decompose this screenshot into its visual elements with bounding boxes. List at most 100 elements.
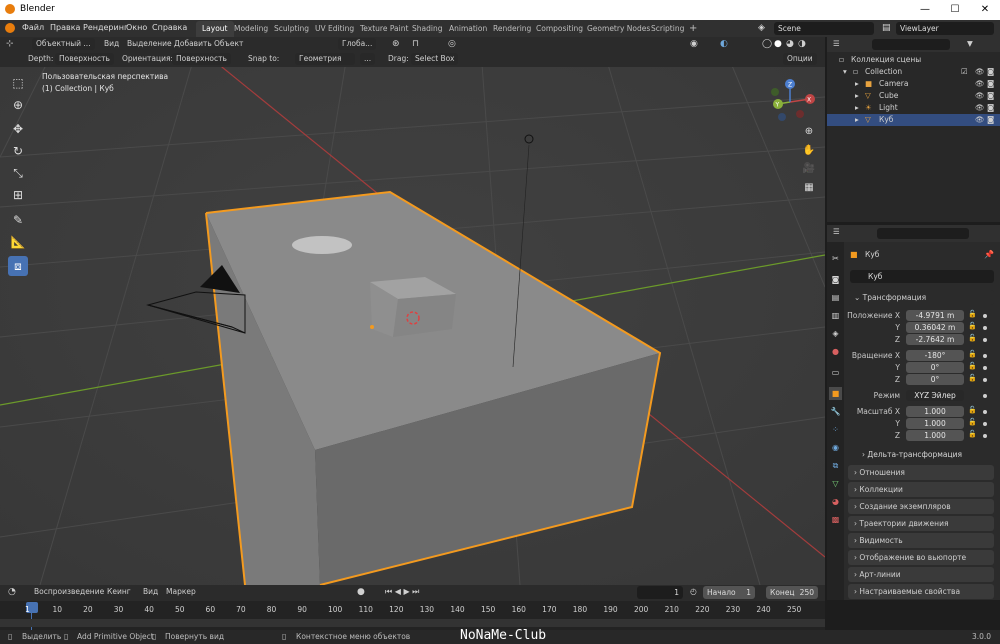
pan-hand-icon[interactable]: ✋ — [802, 144, 816, 158]
eye-icon[interactable]: 👁 — [975, 114, 985, 126]
location-y-field[interactable]: 0.36042 m — [906, 322, 964, 333]
editor-type-icon[interactable]: ⊹ — [6, 39, 14, 49]
timeline-editor-icon[interactable]: ◔ — [8, 587, 16, 597]
depth-dropdown[interactable]: Поверхность — [55, 53, 114, 65]
lock-icon[interactable]: 🔓 — [968, 322, 977, 330]
render-camera-icon[interactable]: ◙ — [987, 90, 994, 102]
outliner-editor-icon[interactable]: ☰ — [833, 39, 840, 48]
delta-transform-subpanel[interactable]: › Дельта-трансформация — [862, 450, 962, 459]
outliner-item-light[interactable]: ▸ ☀ Light 👁 ◙ — [827, 102, 1000, 114]
record-icon[interactable]: ● — [357, 587, 365, 597]
menu-marker[interactable]: Маркер — [166, 587, 196, 596]
keyframe-dot[interactable] — [983, 410, 987, 414]
render-camera-icon[interactable]: ◙ — [987, 102, 994, 114]
menu-view[interactable]: Вид — [104, 39, 119, 48]
close-button[interactable]: ✕ — [970, 0, 1000, 20]
keyframe-dot[interactable] — [983, 394, 987, 398]
render-tab-icon[interactable]: ◙ — [829, 273, 842, 286]
lock-icon[interactable]: 🔓 — [968, 418, 977, 426]
scale-tool-icon[interactable]: ⤡ — [8, 163, 28, 183]
outliner-item-collection[interactable]: ▾ ▫ Collection ☑ 👁 ◙ — [827, 66, 1000, 78]
pin-icon[interactable]: 📌 — [984, 250, 994, 259]
eye-icon[interactable]: 👁 — [975, 78, 985, 90]
lock-icon[interactable]: 🔓 — [968, 406, 977, 414]
location-z-field[interactable]: -2.7642 m — [906, 334, 964, 345]
panel-motion-paths[interactable]: › Траектории движения — [848, 516, 994, 531]
rotation-z-field[interactable]: 0° — [906, 374, 964, 385]
lock-icon[interactable]: 🔓 — [968, 362, 977, 370]
lock-icon[interactable]: 🔓 — [968, 430, 977, 438]
outliner-scene-collection[interactable]: ▫ Коллекция сцены — [827, 54, 1000, 66]
perspective-toggle-icon[interactable]: ▦ — [802, 181, 816, 195]
menu-view-timeline[interactable]: Вид — [143, 587, 158, 596]
tab-uv-editing[interactable]: UV Editing — [309, 21, 360, 37]
maximize-button[interactable]: ☐ — [940, 0, 970, 20]
outliner-item-cube[interactable]: ▸ ▽ Cube 👁 ◙ — [827, 90, 1000, 102]
minimize-button[interactable]: — — [910, 0, 940, 20]
tab-animation[interactable]: Animation — [443, 21, 493, 37]
rotate-tool-icon[interactable]: ↻ — [8, 141, 28, 161]
mode-selector[interactable]: Объектный ... — [32, 38, 95, 50]
render-camera-icon[interactable]: ◙ — [987, 66, 994, 78]
transform-orientation[interactable]: Глоба... — [338, 38, 377, 50]
snap-icon[interactable]: ⊓ — [412, 39, 419, 49]
panel-relations[interactable]: › Отношения — [848, 465, 994, 480]
menu-keying[interactable]: Кеинг — [107, 587, 131, 596]
tool-tab-icon[interactable]: ✂ — [829, 252, 842, 265]
camera-view-icon[interactable]: 🎥 — [802, 162, 816, 176]
menu-select[interactable]: Выделение — [127, 39, 172, 48]
annotate-tool-icon[interactable]: ✎ — [8, 210, 28, 230]
rotation-mode-dropdown[interactable]: XYZ Эйлер — [906, 390, 964, 401]
output-tab-icon[interactable]: ▤ — [829, 291, 842, 304]
measure-tool-icon[interactable]: 📐 — [8, 232, 28, 252]
outliner-item-camera[interactable]: ▸ ■ Camera 👁 ◙ — [827, 78, 1000, 90]
playback-controls-icon[interactable]: ⏮ ◀ ▶ ⏭ — [385, 587, 419, 597]
3d-viewport[interactable]: X Y Z Пользовательская перспектива (1) C… — [0, 37, 825, 585]
keyframe-dot[interactable] — [983, 338, 987, 342]
options-dropdown[interactable]: Опции — [783, 53, 817, 65]
panel-line-art[interactable]: › Арт-линии — [848, 567, 994, 582]
zoom-icon[interactable]: ⊕ — [802, 125, 816, 139]
pivot-icon[interactable]: ⊛ — [392, 39, 400, 49]
rotation-x-field[interactable]: -180° — [906, 350, 964, 361]
location-x-field[interactable]: -4.9791 m — [906, 310, 964, 321]
filter-icon[interactable]: ▼ — [967, 39, 973, 48]
material-tab-icon[interactable]: ◕ — [829, 495, 842, 508]
view-layer-selector[interactable]: ViewLayer — [896, 22, 994, 35]
expand-chevron-icon[interactable]: ▸ — [855, 78, 859, 90]
add-workspace-button[interactable]: + — [683, 21, 703, 37]
lock-icon[interactable]: 🔓 — [968, 334, 977, 342]
menu-render[interactable]: Рендеринг — [83, 23, 128, 32]
properties-editor-icon[interactable]: ☰ — [833, 227, 840, 236]
solid-shading-icon[interactable]: ● — [774, 39, 782, 49]
snap-extra-dropdown[interactable]: ... — [360, 53, 376, 65]
start-frame-field[interactable]: Начало 1 — [703, 586, 755, 599]
menu-help[interactable]: Справка — [152, 23, 187, 32]
cursor-tool-icon[interactable]: ⊕ — [8, 95, 28, 115]
data-tab-icon[interactable]: ▽ — [829, 477, 842, 490]
expand-chevron-icon[interactable]: ▸ — [855, 90, 859, 102]
physics-tab-icon[interactable]: ◉ — [829, 441, 842, 454]
lock-icon[interactable]: 🔓 — [968, 310, 977, 318]
blender-menu-icon[interactable] — [5, 23, 15, 33]
overlays-icon[interactable]: ◐ — [720, 39, 728, 49]
keyframe-dot[interactable] — [983, 354, 987, 358]
expand-chevron-icon[interactable]: ▸ — [855, 102, 859, 114]
move-tool-icon[interactable]: ✥ — [8, 119, 28, 139]
outliner-search-input[interactable] — [872, 39, 950, 50]
transform-tool-icon[interactable]: ⊞ — [8, 185, 28, 205]
eye-icon[interactable]: 👁 — [975, 102, 985, 114]
checkbox-icon[interactable]: ☑ — [961, 66, 968, 78]
texture-tab-icon[interactable]: ▩ — [829, 513, 842, 526]
wireframe-shading-icon[interactable]: ◯ — [762, 39, 772, 49]
menu-playback[interactable]: Воспроизведение — [34, 587, 104, 596]
visibility-icon[interactable]: ◉ — [690, 39, 698, 49]
scale-z-field[interactable]: 1.000 — [906, 430, 964, 441]
timeline-scrollbar[interactable] — [0, 619, 825, 627]
keyframe-dot[interactable] — [983, 378, 987, 382]
proportional-edit-icon[interactable]: ◎ — [448, 39, 456, 49]
expand-chevron-icon[interactable]: ▾ — [843, 66, 847, 78]
orientation-dropdown[interactable]: Поверхность — [172, 53, 231, 65]
keyframe-dot[interactable] — [983, 326, 987, 330]
constraints-tab-icon[interactable]: ⧉ — [829, 459, 842, 472]
